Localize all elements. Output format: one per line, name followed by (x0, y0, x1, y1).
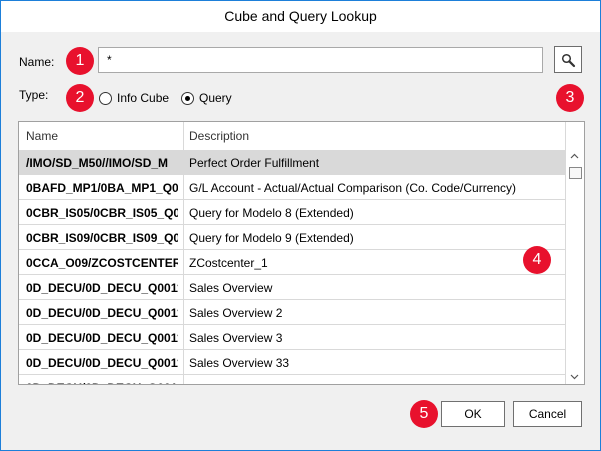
column-divider (183, 375, 184, 384)
table-row[interactable]: /IMO/SD_M50//IMO/SD_M Perfect Order Fulfi… (19, 150, 565, 175)
callout-badge-4: 4 (523, 246, 551, 274)
table-row[interactable]: 0D_DECU/0D_DECU_Q0011 Sales Overview 3 (19, 325, 565, 350)
cell-description: Sales Overview 3 (189, 331, 283, 345)
table-row[interactable]: 0CBR_IS05/0CBR_IS05_Q00 Query for Modelo … (19, 200, 565, 225)
cell-description: Perfect Order Fulfillment (189, 156, 320, 170)
column-divider (565, 122, 566, 150)
results-table[interactable]: Name Description /IMO/SD_M50//IMO/SD_M Pe… (18, 121, 585, 385)
scroll-up-icon[interactable] (570, 153, 579, 159)
cell-name: /IMO/SD_M50//IMO/SD_M (26, 156, 169, 170)
type-label: Type: (19, 88, 49, 102)
column-header-name[interactable]: Name (26, 129, 58, 143)
radio-info-cube-label: Info Cube (117, 91, 170, 105)
cell-name: 0BAFD_MP1/0BA_MP1_Q0( (26, 181, 178, 195)
cell-description: Sales Overview 2 (189, 306, 283, 320)
cell-description: Query for Modelo 9 (Extended) (189, 231, 354, 245)
column-divider (183, 250, 184, 275)
name-label: Name: (19, 55, 55, 69)
cell-name: 0CBR_IS05/0CBR_IS05_Q00 (26, 206, 178, 220)
vertical-scrollbar[interactable] (565, 150, 584, 384)
table-row[interactable]: 0D_DECU/0D_DECU_Q0011 Sales Overview (19, 275, 565, 300)
cancel-button[interactable]: Cancel (513, 401, 582, 427)
table-row[interactable]: 0CBR_IS09/0CBR_IS09_Q00 Query for Modelo … (19, 225, 565, 250)
search-button[interactable] (554, 46, 582, 73)
table-row[interactable]: 0D_DECU/0D_DECU_Q0011 Sales Overview 33 (19, 350, 565, 375)
column-divider (183, 175, 184, 200)
column-header-description[interactable]: Description (189, 129, 249, 143)
cell-description: ZCostcenter_1 (189, 256, 268, 270)
cell-name: 0D_DECU/0D_DECU_Q0011 (26, 331, 178, 345)
radio-selected-dot (185, 96, 190, 101)
table-body: /IMO/SD_M50//IMO/SD_M Perfect Order Fulfi… (19, 150, 565, 384)
radio-info-cube-circle[interactable] (99, 92, 112, 105)
column-divider (183, 350, 184, 375)
cell-name: 0CBR_IS09/0CBR_IS09_Q00 (26, 231, 178, 245)
column-divider[interactable] (183, 122, 184, 150)
column-divider (183, 150, 184, 175)
cell-name: 0D_DECU/0D_DECU_Q0011 (26, 306, 178, 320)
callout-badge-5: 5 (410, 400, 438, 428)
table-row[interactable]: 0D_DECU/0D_DECU_Q0011 (19, 375, 565, 384)
cell-description: Sales Overview (189, 281, 273, 295)
cell-name: 0D_DECU/0D_DECU_Q0011 (26, 281, 178, 295)
lookup-dialog: Cube and Query Lookup Name: Type: Info C… (0, 0, 601, 451)
cell-name: 0CCA_O09/ZCOSTCENTER_ (26, 256, 178, 270)
column-divider (183, 300, 184, 325)
ok-button[interactable]: OK (441, 401, 505, 427)
cell-description: G/L Account - Actual/Actual Comparison (… (189, 181, 517, 195)
table-row[interactable]: 0D_DECU/0D_DECU_Q0011 Sales Overview 2 (19, 300, 565, 325)
cell-description: Query for Modelo 8 (Extended) (189, 206, 354, 220)
window-title: Cube and Query Lookup (224, 8, 377, 24)
cell-name: 0D_DECU/0D_DECU_Q0011 (26, 381, 178, 384)
column-divider (183, 225, 184, 250)
table-header: Name Description (19, 122, 584, 151)
callout-badge-1: 1 (66, 47, 94, 75)
callout-badge-2: 2 (66, 84, 94, 112)
table-row[interactable]: 0CCA_O09/ZCOSTCENTER_ ZCostcenter_1 (19, 250, 565, 275)
radio-query-label: Query (199, 91, 232, 105)
callout-badge-3: 3 (556, 84, 584, 112)
radio-query-circle[interactable] (181, 92, 194, 105)
table-row[interactable]: 0BAFD_MP1/0BA_MP1_Q0( G/L Account - Actua… (19, 175, 565, 200)
column-divider (183, 275, 184, 300)
cell-name: 0D_DECU/0D_DECU_Q0011 (26, 356, 178, 370)
cell-description: Sales Overview 33 (189, 356, 290, 370)
search-icon (561, 53, 576, 68)
scrollbar-thumb[interactable] (569, 167, 582, 179)
column-divider (183, 200, 184, 225)
name-input[interactable] (98, 47, 543, 73)
title-bar: Cube and Query Lookup (1, 1, 600, 32)
scroll-down-icon[interactable] (570, 374, 579, 380)
column-divider (183, 325, 184, 350)
